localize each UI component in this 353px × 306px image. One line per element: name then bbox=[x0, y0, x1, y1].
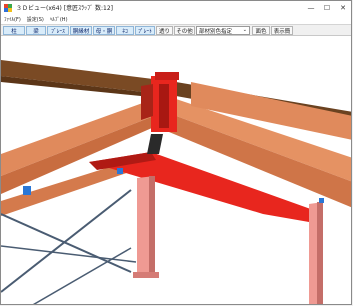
right-column-shadow bbox=[317, 202, 323, 304]
app-window: ３Ｄビュー(x64) [意匠ｽﾗｯﾌﾞ 数:12] — ☐ ✕ ﾌｧｲﾙ(F) … bbox=[0, 0, 352, 305]
window-title: ３Ｄビュー(x64) [意匠ｽﾗｯﾌﾞ 数:12] bbox=[16, 5, 114, 12]
menu-bar: ﾌｧｲﾙ(F) 設定(S) ﾍﾙﾌﾟ(H) bbox=[1, 14, 351, 24]
neko-toggle-button[interactable]: ﾈｺ bbox=[116, 26, 134, 35]
blue-tag-left bbox=[23, 186, 31, 195]
center-column-shadow bbox=[149, 176, 155, 276]
title-bar: ３Ｄビュー(x64) [意匠ｽﾗｯﾌﾞ 数:12] — ☐ ✕ bbox=[1, 1, 351, 14]
menu-settings[interactable]: 設定(S) bbox=[27, 16, 44, 23]
3d-viewport[interactable] bbox=[1, 36, 351, 304]
toolbar: 柱 梁 ﾌﾞﾚｰｽ 胴縁材 母・胴 ﾈｺ ﾌﾟﾚｰﾄ 透り その他 部材別色指定… bbox=[1, 24, 351, 36]
beam-toggle-button[interactable]: 梁 bbox=[26, 26, 46, 35]
3d-model-canvas bbox=[1, 60, 351, 304]
minimize-button[interactable]: — bbox=[303, 1, 319, 14]
girt-toggle-button[interactable]: 胴縁材 bbox=[70, 26, 92, 35]
purlin-toggle-button[interactable]: 母・胴 bbox=[93, 26, 115, 35]
menu-help[interactable]: ﾍﾙﾌﾟ(H) bbox=[50, 16, 68, 23]
center-bracket bbox=[147, 134, 163, 154]
color-mode-value: 部材別色指定 bbox=[199, 28, 233, 35]
center-column-base bbox=[133, 272, 159, 278]
brace-horizontal bbox=[1, 245, 137, 263]
other-button[interactable]: その他 bbox=[174, 26, 195, 35]
app-icon bbox=[4, 3, 12, 12]
chevron-down-icon: ⌄ bbox=[242, 27, 247, 33]
display-simple-button[interactable]: 表示簡 bbox=[271, 26, 293, 35]
blue-tag-center bbox=[117, 168, 123, 174]
plate-toggle-button[interactable]: ﾌﾟﾚｰﾄ bbox=[135, 26, 155, 35]
center-column-web bbox=[159, 84, 169, 128]
color-mode-select[interactable]: 部材別色指定 ⌄ bbox=[196, 26, 250, 35]
face-color-button[interactable]: 面色 bbox=[252, 26, 270, 35]
column-toggle-button[interactable]: 柱 bbox=[3, 26, 25, 35]
maximize-button[interactable]: ☐ bbox=[319, 1, 335, 14]
brace-diagonal-1 bbox=[1, 213, 132, 273]
menu-file[interactable]: ﾌｧｲﾙ(F) bbox=[4, 16, 21, 23]
transparent-button[interactable]: 透り bbox=[156, 26, 173, 35]
close-button[interactable]: ✕ bbox=[335, 1, 351, 14]
center-column-cap bbox=[155, 72, 179, 80]
blue-tag-right bbox=[319, 198, 324, 203]
left-red-stiffener bbox=[141, 84, 153, 120]
brace-toggle-button[interactable]: ﾌﾞﾚｰｽ bbox=[47, 26, 69, 35]
